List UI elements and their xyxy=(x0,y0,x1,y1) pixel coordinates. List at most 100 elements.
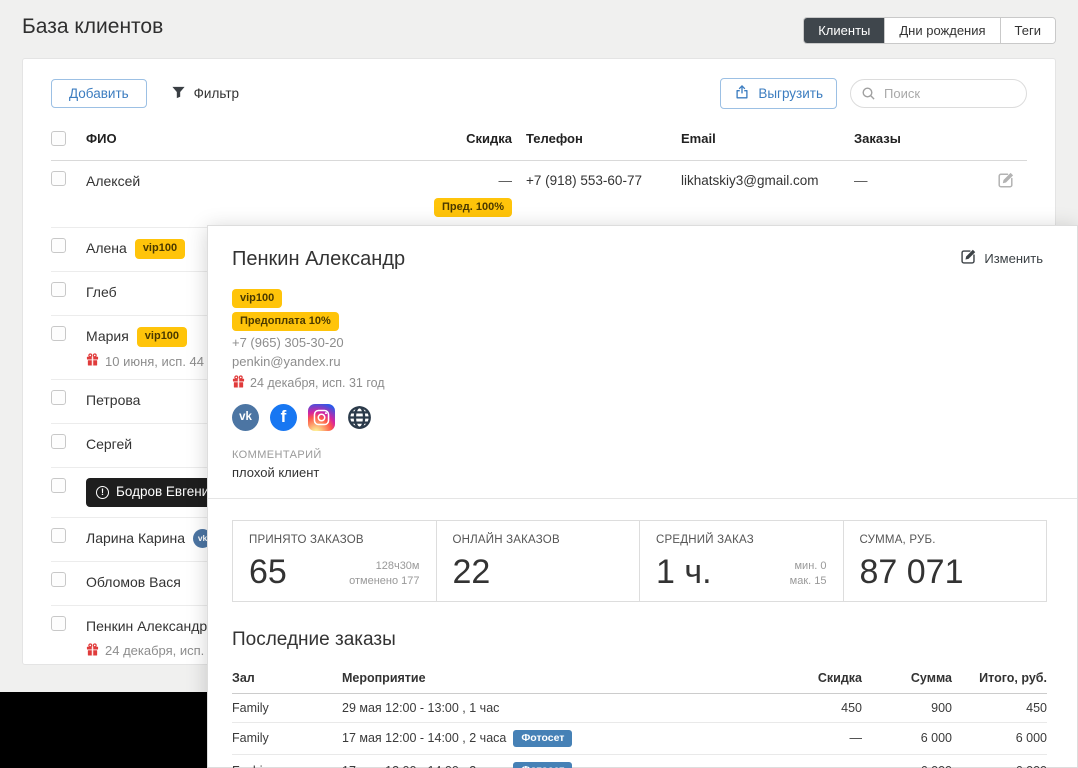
filter-label: Фильтр xyxy=(193,86,240,101)
facebook-icon[interactable]: f xyxy=(270,403,297,431)
order-row[interactable]: Fashion17 мая 12:00 - 14:00 , 2 часа Фото… xyxy=(232,755,1047,768)
export-icon xyxy=(734,84,750,103)
stat-value: 22 xyxy=(452,552,491,591)
stat-accepted-orders: ПРИНЯТО ЗАКАЗОВ 65 128ч30м отменено 177 xyxy=(233,521,436,601)
vip-tag-badge: vip100 xyxy=(134,239,186,259)
orders-header-discount: Скидка xyxy=(817,670,862,685)
client-phone: +7 (918) 553-60-77 xyxy=(526,173,642,188)
column-header-orders: Заказы xyxy=(854,131,901,146)
website-globe-icon[interactable] xyxy=(346,404,373,431)
gift-icon xyxy=(86,353,99,369)
column-header-discount: Скидка xyxy=(466,131,512,146)
stat-online-orders: ОНЛАЙН ЗАКАЗОВ 22 xyxy=(435,520,640,601)
clients-table-header: ФИО Скидка Телефон Email Заказы xyxy=(51,121,1027,161)
client-name-title: Пенкин Александр xyxy=(232,248,406,270)
filter-button[interactable]: Фильтр xyxy=(171,85,239,103)
orders-table-header: Зал Мероприятие Скидка Сумма Итого, руб. xyxy=(232,664,1047,694)
client-name: Алена xyxy=(86,240,127,257)
tag-badge: vip100 xyxy=(232,289,283,309)
stat-label: ОНЛАЙН ЗАКАЗОВ xyxy=(452,533,560,546)
row-checkbox[interactable] xyxy=(51,478,66,494)
stat-label: СУММА, РУБ. xyxy=(859,533,936,546)
column-header-phone: Телефон xyxy=(526,131,583,146)
row-checkbox[interactable] xyxy=(51,615,66,631)
export-button[interactable]: Выгрузить xyxy=(720,78,837,109)
search-box xyxy=(850,79,1027,108)
stat-note: 128ч30м отменено 177 xyxy=(349,559,420,587)
column-header-email: Email xyxy=(681,131,716,146)
order-total: 6 000 xyxy=(1015,731,1047,746)
instagram-icon[interactable] xyxy=(308,403,335,431)
client-name: Петрова xyxy=(86,392,141,409)
funnel-icon xyxy=(171,85,186,103)
row-checkbox[interactable] xyxy=(51,434,66,450)
edit-label: Изменить xyxy=(984,250,1043,266)
stat-value: 87 071 xyxy=(859,552,964,591)
row-checkbox[interactable] xyxy=(51,282,66,298)
column-header-name: ФИО xyxy=(86,131,117,146)
row-checkbox[interactable] xyxy=(51,390,66,406)
order-hall: Family xyxy=(232,731,269,746)
client-name: Ларина Карина xyxy=(86,529,186,546)
client-tags: vip100 Предоплата 10% xyxy=(232,289,1047,332)
tab-birthdays[interactable]: Дни рождения xyxy=(884,18,1000,43)
modal-divider xyxy=(208,497,1077,499)
client-social-links: vk f xyxy=(232,403,1047,431)
order-sum: 6 000 xyxy=(920,731,952,746)
orders-table-body: Family 29 мая 12:00 - 13:00 , 1 час 450 900… xyxy=(232,694,1047,768)
orders-header-sum: Сумма xyxy=(910,670,952,685)
tab-tags[interactable]: Теги xyxy=(999,18,1055,43)
client-email: penkin@yandex.ru xyxy=(232,353,341,369)
prepay-badge: Предоплата 10% xyxy=(232,312,339,332)
comment-label: КОММЕНТАРИЙ xyxy=(232,448,322,461)
row-checkbox[interactable] xyxy=(51,171,66,186)
order-hall: Fashion xyxy=(232,764,342,768)
stat-value: 1 ч. xyxy=(656,552,712,591)
order-event-text: 29 мая 12:00 - 13:00 , 1 час xyxy=(342,700,500,715)
order-total: 450 xyxy=(1026,700,1047,715)
recent-orders-title: Последние заказы xyxy=(232,628,396,650)
recent-orders-table: Зал Мероприятие Скидка Сумма Итого, руб.… xyxy=(232,664,1047,768)
stat-value: 65 xyxy=(249,552,287,591)
client-birthday: 24 декабря, исп. 31 год xyxy=(232,374,1047,391)
order-discount: — xyxy=(849,731,863,746)
tab-clients[interactable]: Клиенты xyxy=(804,18,885,43)
client-alert-badge: ! Бодров Евгений xyxy=(86,478,227,507)
client-discount: — xyxy=(498,173,513,188)
order-sum: 6 000 xyxy=(862,764,952,768)
select-all-checkbox[interactable] xyxy=(51,131,66,146)
row-checkbox[interactable] xyxy=(51,527,66,543)
client-name: Мария xyxy=(86,328,129,345)
order-discount: — xyxy=(767,764,863,768)
row-edit-icon[interactable] xyxy=(997,172,1015,193)
orders-header-event: Мероприятие xyxy=(342,670,426,685)
export-label: Выгрузить xyxy=(758,86,823,101)
vip-tag-badge: vip100 xyxy=(136,327,188,347)
add-client-button[interactable]: Добавить xyxy=(51,79,147,108)
row-checkbox[interactable] xyxy=(51,326,66,342)
orders-header-total: Итого, руб. xyxy=(979,670,1047,685)
order-total: 6 000 xyxy=(952,764,1047,768)
toolbar: Добавить Фильтр Выгрузить xyxy=(23,59,1055,121)
client-name: Обломов Вася xyxy=(86,573,181,590)
client-row[interactable]: Алексей — Пред. 100% +7 (918) 553-60-77 likh… xyxy=(51,161,1027,229)
search-icon xyxy=(861,86,876,106)
search-input[interactable] xyxy=(850,79,1027,108)
app-window: База клиентов Клиенты Дни рождения Теги … xyxy=(0,0,1078,768)
order-sum: 900 xyxy=(931,700,952,715)
client-name: Бодров Евгений xyxy=(116,484,217,500)
client-name: Глеб xyxy=(86,284,117,301)
order-row[interactable]: Family 17 мая 12:00 - 14:00 , 2 часа Фотос… xyxy=(232,723,1047,756)
client-phone: +7 (965) 305-30-20 xyxy=(232,335,344,351)
toolbar-right: Выгрузить xyxy=(720,78,1027,109)
row-checkbox[interactable] xyxy=(51,238,66,254)
client-email: likhatskiy3@gmail.com xyxy=(681,173,819,188)
edit-client-button[interactable]: Изменить xyxy=(960,248,1043,268)
order-row[interactable]: Family 29 мая 12:00 - 13:00 , 1 час 450 900… xyxy=(232,694,1047,723)
client-stats: ПРИНЯТО ЗАКАЗОВ 65 128ч30м отменено 177 … xyxy=(232,519,1047,602)
stat-note: мин. 0 мак. 15 xyxy=(789,559,827,587)
view-tabs: Клиенты Дни рождения Теги xyxy=(803,17,1056,44)
vk-icon[interactable]: vk xyxy=(232,403,259,431)
row-checkbox[interactable] xyxy=(51,571,66,587)
stat-average-order: СРЕДНИЙ ЗАКАЗ 1 ч. мин. 0 мак. 15 xyxy=(639,520,843,601)
